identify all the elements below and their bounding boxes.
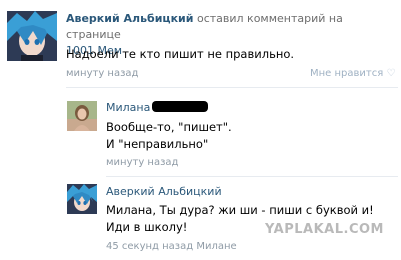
photo-avatar-image bbox=[67, 101, 97, 131]
reply-1-line-2: И "неправильно" bbox=[106, 137, 209, 151]
reply-2-author-link[interactable]: Аверкий Альбицкий bbox=[106, 185, 222, 198]
heart-icon: ♡ bbox=[386, 68, 396, 79]
post-time[interactable]: минуту назад bbox=[66, 68, 138, 79]
reply-2-time[interactable]: 45 секунд назад Милане bbox=[106, 241, 237, 252]
author-avatar[interactable] bbox=[7, 11, 57, 61]
reply-divider bbox=[106, 176, 398, 177]
reply-1-text: Вообще-то, "пишет". И "неправильно" bbox=[106, 119, 232, 153]
reply-1-line-1: Вообще-то, "пишет". bbox=[106, 120, 232, 134]
redaction-bar bbox=[152, 101, 208, 112]
anime-avatar-image bbox=[7, 11, 57, 61]
post-text: Надоели те кто пишит не правильно. bbox=[66, 47, 295, 61]
reply-1-author-link[interactable]: Милана bbox=[106, 101, 150, 114]
reply-2-header: Аверкий Альбицкий bbox=[106, 185, 222, 199]
like-label: Мне нравится bbox=[310, 68, 384, 79]
site-watermark: YAPLAKAL.COM bbox=[265, 222, 384, 237]
reply-2-line-2: Иди в школу! bbox=[106, 220, 188, 234]
reply-1-header: Милана bbox=[106, 101, 150, 115]
reply-1-time[interactable]: минуту назад bbox=[106, 157, 178, 168]
reply-2-line-1: Милана, Ты дура? жи ши - пиши с буквой и… bbox=[106, 203, 374, 217]
anime-avatar-image-small bbox=[67, 184, 97, 214]
reply-2-avatar[interactable] bbox=[67, 184, 97, 214]
post-author-link[interactable]: Аверкий Альбицкий bbox=[66, 12, 193, 25]
post-divider bbox=[66, 87, 398, 88]
reply-avatar[interactable] bbox=[67, 101, 97, 131]
like-button[interactable]: Мне нравится ♡ bbox=[310, 68, 395, 79]
